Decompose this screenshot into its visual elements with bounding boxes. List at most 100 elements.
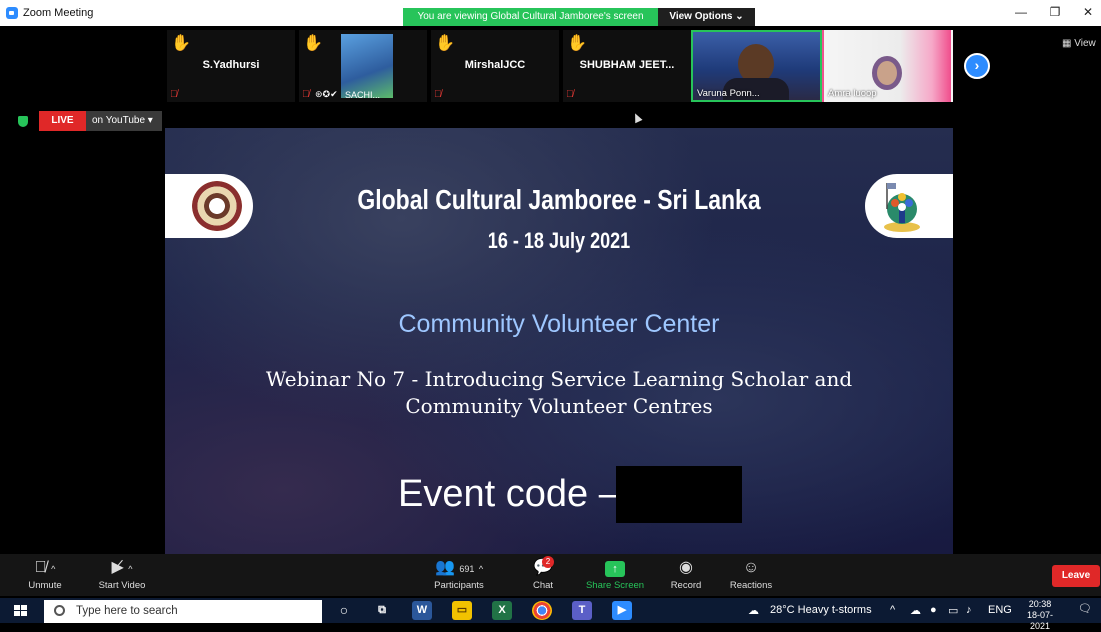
live-platform-dropdown[interactable]: on YouTube ▾ (86, 111, 162, 131)
restore-icon[interactable]: ❐ (1045, 5, 1065, 21)
participant-name: Amra luoop (828, 88, 877, 99)
reactions-icon: ☺ (742, 559, 760, 576)
participant-name: SACHI... (345, 90, 381, 100)
share-screen-icon: ↑ (605, 561, 625, 577)
shared-screen: Global Cultural Jamboree - Sri Lanka 16 … (165, 104, 953, 580)
volume-icon[interactable]: ♪ (966, 604, 972, 616)
unmute-label: Unmute (28, 580, 62, 591)
shared-screen-topband (165, 104, 953, 128)
reactions-button[interactable]: ☺ Reactions (728, 556, 774, 591)
participant-name: MirshalJCC (464, 59, 526, 71)
shield-icon (18, 116, 28, 127)
muted-mic-icon: 🎙̸ (566, 89, 574, 100)
share-screen-button[interactable]: ↑ Share Screen (582, 556, 648, 591)
participant-avatar (341, 34, 393, 98)
start-video-label: Start Video (98, 580, 146, 591)
network-icon[interactable]: ▭ (948, 604, 958, 617)
language-indicator[interactable]: ENG (988, 604, 1012, 616)
taskbar-search-input[interactable]: Type here to search (44, 600, 322, 623)
view-layout-label: View (1074, 38, 1096, 49)
muted-mic-icon: 🎙̸ (34, 559, 47, 576)
zoom-app-icon (6, 7, 18, 19)
taskbar-clock[interactable]: 20:38 18-07-2021 (1018, 599, 1062, 632)
leave-button[interactable]: Leave (1052, 565, 1100, 587)
clock-date: 18-07-2021 (1026, 610, 1053, 631)
participant-tile[interactable]: ✋ 🎙̸ ⊛✪✔ SACHI... (299, 30, 427, 102)
excel-icon[interactable]: X (492, 601, 512, 620)
participant-count: 691 (459, 564, 475, 574)
viewing-screen-banner: You are viewing Global Cultural Jamboree… (403, 8, 658, 26)
onedrive-icon[interactable]: ☁ (910, 604, 921, 617)
redaction-box (616, 466, 742, 523)
emblem-icon (192, 181, 242, 231)
chat-label: Chat (532, 580, 554, 591)
slide-dates: 16 - 18 July 2021 (487, 228, 631, 253)
meeting-area: ✋ S.Yadhursi 🎙̸ ✋ 🎙̸ ⊛✪✔ SACHI... ✋ Mirs… (0, 26, 1101, 596)
participant-name: SHUBHAM JEET... (579, 59, 675, 71)
unmute-button[interactable]: 🎙̸ ^ Unmute (22, 556, 68, 591)
participant-name: S.Yadhursi (202, 59, 260, 71)
windows-start-icon[interactable] (14, 605, 27, 617)
search-placeholder: Type here to search (76, 605, 178, 617)
participants-button[interactable]: 👥 691 ^ Participants (428, 556, 490, 591)
slide-event-code: Event code – (398, 473, 620, 515)
participant-video-tile[interactable]: Varuna Ponn... (691, 30, 822, 102)
participant-video-face (872, 56, 902, 90)
file-explorer-icon[interactable]: ▭ (452, 601, 472, 620)
close-icon[interactable]: ✕ (1078, 5, 1098, 21)
notifications-icon[interactable]: 🗨 (1078, 602, 1092, 615)
record-label: Record (670, 580, 702, 591)
zoom-taskbar-icon[interactable]: ▶ (612, 601, 632, 620)
participant-tile[interactable]: ✋ S.Yadhursi 🎙̸ (167, 30, 295, 102)
teams-icon[interactable]: T (572, 601, 592, 620)
live-badge: LIVE (39, 111, 86, 131)
slide-subtitle: Community Volunteer Center (398, 310, 720, 338)
raised-hand-icon: ✋ (435, 35, 455, 52)
tray-chevron-icon[interactable]: ^ (890, 604, 895, 616)
start-video-button[interactable]: ▶̸ ^ Start Video (92, 556, 152, 591)
participant-badges: ⊛✪✔ (315, 89, 338, 99)
windows-taskbar: Type here to search ○ ⧉ W ▭ X T ▶ ☁ 28°C… (0, 598, 1101, 631)
record-button[interactable]: ◉ Record (668, 556, 704, 591)
participant-name: Varuna Ponn... (697, 88, 760, 99)
video-off-icon: ▶̸ (111, 559, 124, 576)
muted-mic-icon: 🎙̸ (302, 89, 310, 100)
cortana-icon[interactable]: ○ (334, 601, 354, 620)
view-layout-button[interactable]: ▦ View (1062, 38, 1096, 49)
reactions-label: Reactions (729, 580, 773, 591)
raised-hand-icon: ✋ (303, 35, 323, 52)
minimize-icon[interactable]: — (1011, 5, 1031, 21)
chat-unread-badge: 2 (542, 556, 554, 568)
participants-label: Participants (434, 580, 484, 591)
muted-mic-icon: 🎙̸ (434, 89, 442, 100)
record-icon: ◉ (679, 559, 693, 576)
chrome-icon[interactable] (532, 601, 552, 620)
slide-title: Global Cultural Jamboree - Sri Lanka (357, 184, 761, 215)
weather-text[interactable]: 28°C Heavy t-storms (770, 604, 872, 616)
raised-hand-icon: ✋ (171, 35, 191, 52)
raised-hand-icon: ✋ (567, 35, 587, 52)
muted-mic-icon: 🎙̸ (170, 89, 178, 100)
participants-icon: 👥 (434, 559, 455, 576)
microphone-icon[interactable]: ● (930, 604, 937, 616)
chevron-up-icon[interactable]: ^ (128, 564, 132, 574)
word-icon[interactable]: W (412, 601, 432, 620)
clock-time: 20:38 (1028, 599, 1052, 609)
chat-button[interactable]: 💬 2 Chat (528, 556, 558, 591)
participant-video-tile[interactable]: Amra luoop (822, 30, 953, 102)
window-title: Zoom Meeting (23, 7, 94, 19)
chevron-up-icon[interactable]: ^ (51, 564, 55, 574)
next-page-button[interactable]: › (964, 53, 990, 79)
participant-tile[interactable]: ✋ SHUBHAM JEET... 🎙̸ (563, 30, 691, 102)
meeting-toolbar: 🎙̸ ^ Unmute ▶̸ ^ Start Video 👥 691 ^ Par… (0, 554, 1101, 596)
search-icon (54, 605, 65, 616)
slide-background: Global Cultural Jamboree - Sri Lanka 16 … (165, 128, 953, 580)
view-options-button[interactable]: View Options ⌄ (658, 8, 755, 26)
chevron-up-icon[interactable]: ^ (479, 564, 483, 574)
task-view-icon[interactable]: ⧉ (372, 601, 392, 620)
share-screen-label: Share Screen (585, 580, 645, 591)
participant-tile[interactable]: ✋ MirshalJCC 🎙̸ (431, 30, 559, 102)
live-stream-indicator[interactable]: LIVE on YouTube ▾ (14, 110, 162, 132)
slide-webinar-line-2: Community Volunteer Centres (405, 394, 713, 418)
window-titlebar: Zoom Meeting You are viewing Global Cult… (0, 0, 1101, 26)
